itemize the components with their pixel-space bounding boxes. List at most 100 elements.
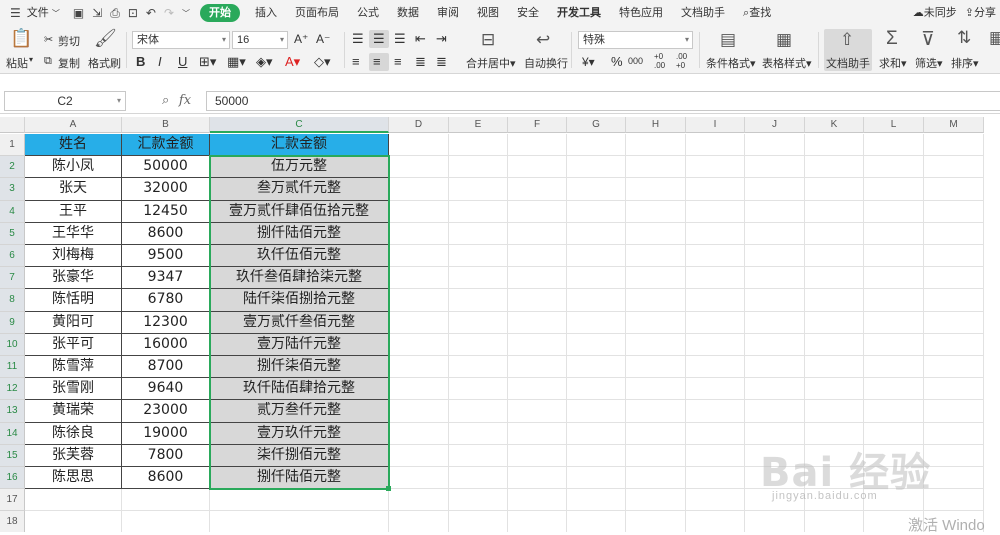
file-menu[interactable]: 文件 ﹀ [25,0,69,26]
empty-cell[interactable] [626,289,686,312]
empty-cell[interactable] [924,267,984,290]
empty-cell[interactable] [805,333,864,356]
empty-cell[interactable] [864,222,924,245]
column-header-e[interactable]: E [449,117,508,133]
format-painter-button[interactable]: 格式刷 [88,55,121,71]
empty-cell[interactable] [864,245,924,268]
table-cell[interactable]: 12300 [122,311,210,334]
paste-dropdown-icon[interactable]: ▾ [29,55,33,64]
empty-cell[interactable] [449,245,508,268]
table-cell[interactable]: 张雪刚 [25,378,122,401]
currency-icon[interactable]: ¥▾ [582,55,595,69]
empty-cell[interactable] [626,156,686,179]
empty-cell[interactable] [626,267,686,290]
empty-cell[interactable] [864,378,924,401]
empty-cell[interactable] [626,422,686,445]
empty-cell[interactable] [508,356,567,379]
fill-color-icon[interactable]: ◈▾ [256,54,273,70]
empty-cell[interactable] [389,489,449,512]
empty-cell[interactable] [626,356,686,379]
fill-handle[interactable] [386,486,391,492]
percent-button[interactable]: % [611,54,623,69]
empty-cell[interactable] [745,400,805,423]
empty-cell[interactable] [449,511,508,532]
sum-button[interactable]: 求和▾ [879,55,907,71]
table-cell[interactable]: 王华华 [25,222,122,245]
row-header[interactable]: 6 [0,245,25,268]
filter-icon[interactable]: ⊽ [921,28,935,51]
empty-cell[interactable] [389,467,449,490]
empty-cell[interactable] [626,378,686,401]
conditional-format-icon[interactable]: ▤ [720,30,736,50]
sort-button[interactable]: 排序▾ [951,55,979,71]
empty-cell[interactable] [924,333,984,356]
empty-cell[interactable] [745,200,805,223]
tab-security[interactable]: 安全 [508,0,548,26]
column-header-c[interactable]: C [210,117,389,133]
empty-cell[interactable] [864,333,924,356]
empty-cell[interactable] [805,489,864,512]
table-cell[interactable]: 张豪华 [25,267,122,290]
table-cell[interactable]: 刘梅梅 [25,245,122,268]
empty-cell[interactable] [805,289,864,312]
search-button[interactable]: ⌕查找 [734,0,780,26]
empty-cell[interactable] [389,222,449,245]
table-cell[interactable]: 玖仟陆佰肆拾元整 [210,378,389,401]
table-cell[interactable]: 王平 [25,200,122,223]
empty-cell[interactable] [745,156,805,179]
empty-cell[interactable] [449,289,508,312]
table-cell[interactable]: 9347 [122,267,210,290]
empty-cell[interactable] [864,444,924,467]
empty-cell[interactable] [805,267,864,290]
empty-cell[interactable] [567,333,626,356]
bold-button[interactable]: B [136,54,145,69]
decrease-font-icon[interactable]: A⁻ [316,32,330,46]
empty-cell[interactable] [389,333,449,356]
format-painter-icon[interactable]: 🖌 [94,28,117,49]
table-cell[interactable]: 捌仟柒佰元整 [210,356,389,379]
empty-cell[interactable] [805,444,864,467]
empty-cell[interactable] [686,378,745,401]
table-cell[interactable]: 壹万玖仟元整 [210,422,389,445]
column-header-d[interactable]: D [389,117,449,133]
empty-cell[interactable] [449,222,508,245]
empty-cell[interactable] [508,400,567,423]
empty-cell[interactable] [449,267,508,290]
tab-doc-helper[interactable]: 文档助手 [672,0,734,26]
empty-cell[interactable] [864,467,924,490]
copy-icon[interactable]: ⧉ [44,55,52,68]
empty-cell[interactable] [508,222,567,245]
empty-cell[interactable] [626,489,686,512]
empty-cell[interactable] [924,444,984,467]
empty-cell[interactable] [686,467,745,490]
table-cell[interactable]: 陈思思 [25,467,122,490]
cut-button[interactable]: 剪切 [58,33,80,49]
thousands-button[interactable]: 000 [628,56,643,66]
empty-cell[interactable] [210,489,389,512]
wrap-text-button[interactable]: 自动换行 [524,55,568,71]
empty-cell[interactable] [567,267,626,290]
empty-cell[interactable] [449,134,508,157]
table-cell[interactable]: 玖仟伍佰元整 [210,245,389,268]
copy-button[interactable]: 复制 [58,55,80,71]
sum-icon[interactable]: Σ [886,28,898,50]
row-header[interactable]: 11 [0,356,25,379]
column-header-m[interactable]: M [924,117,984,133]
tab-review[interactable]: 审阅 [428,0,468,26]
empty-cell[interactable] [924,222,984,245]
empty-cell[interactable] [626,511,686,532]
empty-cell[interactable] [686,222,745,245]
table-cell[interactable]: 8600 [122,467,210,490]
row-header[interactable]: 9 [0,311,25,334]
table-cell[interactable]: 黄阳可 [25,311,122,334]
tab-developer-tools[interactable]: 开发工具 [548,0,610,26]
empty-cell[interactable] [864,422,924,445]
spreadsheet-grid[interactable]: A B C D E F G H I J K L M 1 姓名 汇款金额 汇款金额 2 陈小凤 50000 伍万元整 3 张天… [0,117,1000,532]
table-header-cell[interactable]: 汇款金额 [210,134,389,157]
empty-cell[interactable] [449,467,508,490]
empty-cell[interactable] [745,489,805,512]
empty-cell[interactable] [805,156,864,179]
empty-cell[interactable] [805,245,864,268]
empty-cell[interactable] [567,422,626,445]
column-header-k[interactable]: K [805,117,864,133]
